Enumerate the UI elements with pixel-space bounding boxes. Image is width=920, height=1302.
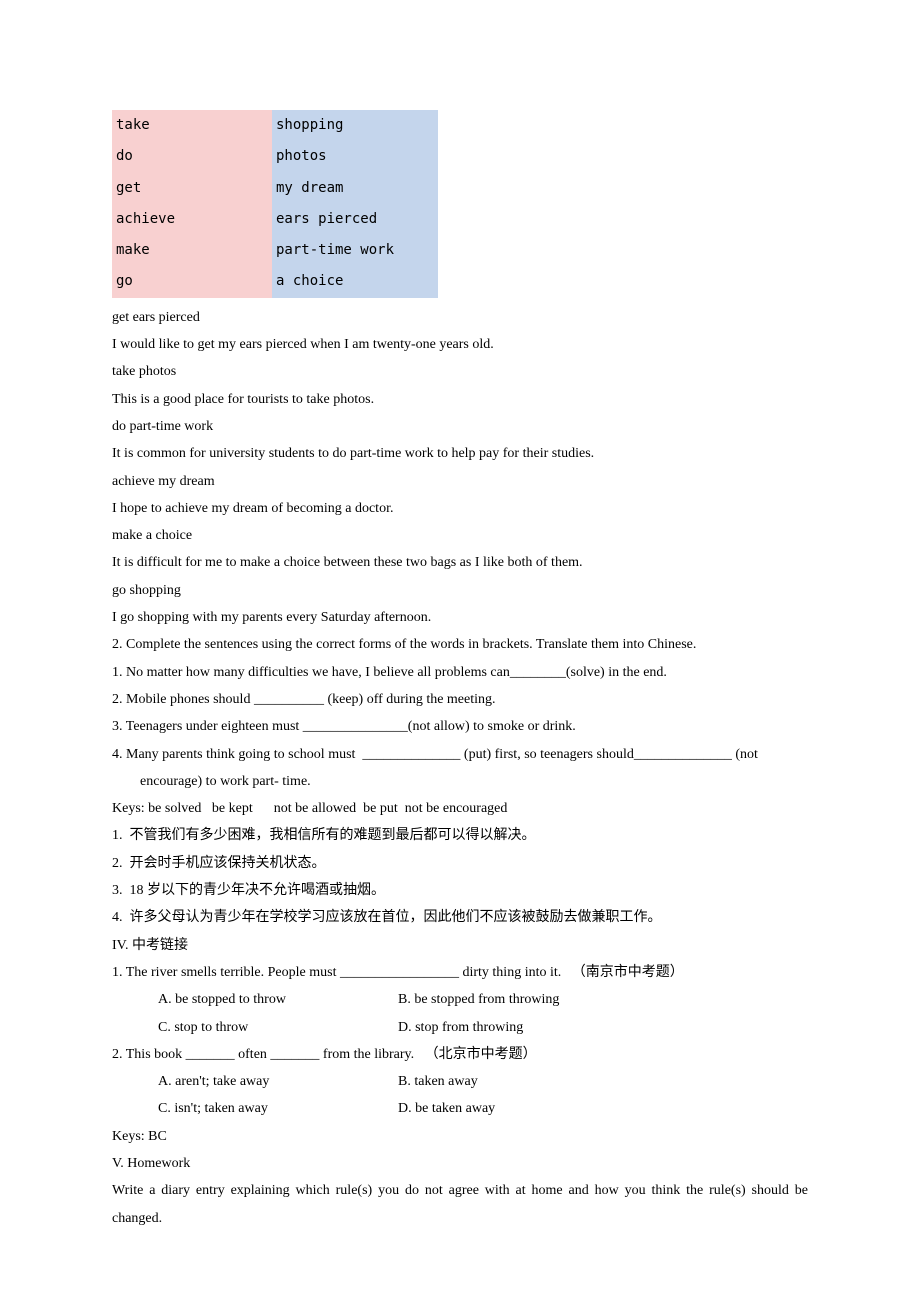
- exercise-item: 4. Many parents think going to school mu…: [112, 741, 808, 796]
- translation: 4. 许多父母认为青少年在学校学习应该放在首位，因此他们不应该被鼓励去做兼职工作…: [112, 904, 808, 931]
- answer-keys: Keys: be solved be kept not be allowed b…: [112, 795, 808, 822]
- table-row: part-time work: [272, 235, 438, 266]
- exercise-intro: 2. Complete the sentences using the corr…: [112, 631, 808, 658]
- pair-phrase: get ears pierced: [112, 304, 808, 331]
- table-row: a choice: [272, 266, 438, 297]
- question-stem: 2. This book _______ often _______ from …: [112, 1041, 808, 1068]
- table-row: make: [112, 235, 272, 266]
- options-row: A. be stopped to throw B. be stopped fro…: [112, 986, 808, 1013]
- translation: 3. 18 岁以下的青少年决不允许喝酒或抽烟。: [112, 877, 808, 904]
- pair-sentence: I go shopping with my parents every Satu…: [112, 604, 808, 631]
- homework-text: Write a diary entry explaining which rul…: [112, 1177, 808, 1232]
- option: B. taken away: [398, 1068, 478, 1095]
- pair-phrase: achieve my dream: [112, 468, 808, 495]
- option: A. be stopped to throw: [158, 986, 398, 1013]
- answer-keys: Keys: BC: [112, 1123, 808, 1150]
- question-stem: 1. The river smells terrible. People mus…: [112, 959, 808, 986]
- table-row: shopping: [272, 110, 438, 141]
- option: A. aren't; take away: [158, 1068, 398, 1095]
- table-row: take: [112, 110, 272, 141]
- table-row: achieve: [112, 204, 272, 235]
- option: D. stop from throwing: [398, 1014, 523, 1041]
- option: C. stop to throw: [158, 1014, 398, 1041]
- table-row: my dream: [272, 173, 438, 204]
- match-table: takeshopping dophotos getmy dream achiev…: [112, 110, 438, 298]
- options-row: C. isn't; taken away D. be taken away: [112, 1095, 808, 1122]
- exercise-item: 1. No matter how many difficulties we ha…: [112, 659, 808, 686]
- pair-sentence: It is difficult for me to make a choice …: [112, 549, 808, 576]
- pair-sentence: It is common for university students to …: [112, 440, 808, 467]
- pair-sentence: This is a good place for tourists to tak…: [112, 386, 808, 413]
- options-row: C. stop to throw D. stop from throwing: [112, 1014, 808, 1041]
- option: D. be taken away: [398, 1095, 495, 1122]
- table-row: get: [112, 173, 272, 204]
- translation: 1. 不管我们有多少困难，我相信所有的难题到最后都可以得以解决。: [112, 822, 808, 849]
- exercise-item: 3. Teenagers under eighteen must _______…: [112, 713, 808, 740]
- pair-phrase: make a choice: [112, 522, 808, 549]
- section-heading: V. Homework: [112, 1150, 808, 1177]
- exercise-item: 2. Mobile phones should __________ (keep…: [112, 686, 808, 713]
- section-heading: IV. 中考链接: [112, 932, 808, 959]
- table-row: do: [112, 141, 272, 172]
- options-row: A. aren't; take away B. taken away: [112, 1068, 808, 1095]
- table-row: photos: [272, 141, 438, 172]
- table-row: go: [112, 266, 272, 297]
- pair-phrase: do part-time work: [112, 413, 808, 440]
- pair-sentence: I would like to get my ears pierced when…: [112, 331, 808, 358]
- table-row: ears pierced: [272, 204, 438, 235]
- pair-phrase: go shopping: [112, 577, 808, 604]
- option: B. be stopped from throwing: [398, 986, 559, 1013]
- translation: 2. 开会时手机应该保持关机状态。: [112, 850, 808, 877]
- pair-phrase: take photos: [112, 358, 808, 385]
- option: C. isn't; taken away: [158, 1095, 398, 1122]
- pair-sentence: I hope to achieve my dream of becoming a…: [112, 495, 808, 522]
